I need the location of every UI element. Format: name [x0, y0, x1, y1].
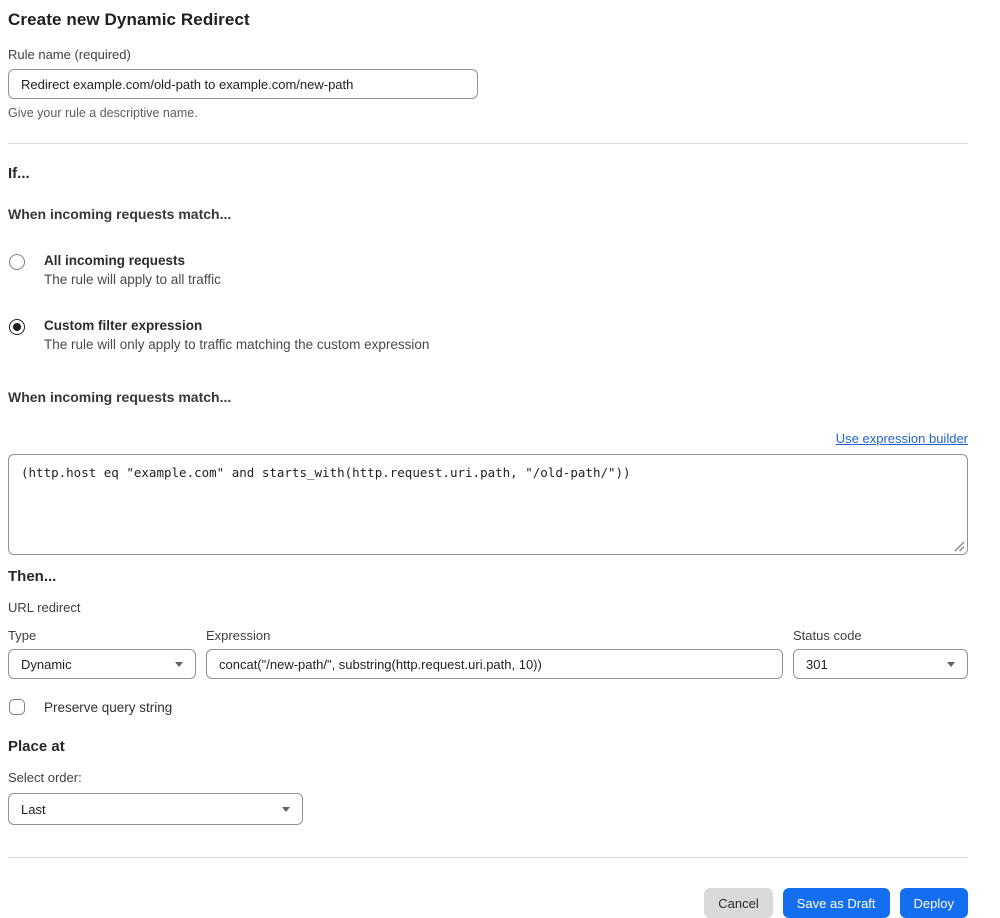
rule-name-label: Rule name (required): [8, 47, 131, 62]
radio-button[interactable]: [9, 254, 25, 270]
cancel-button[interactable]: Cancel: [704, 888, 773, 918]
radio-label[interactable]: Custom filter expression: [44, 318, 429, 333]
type-select[interactable]: Dynamic: [8, 649, 196, 679]
rule-name-help: Give your rule a descriptive name.: [8, 106, 198, 120]
use-expression-builder-link[interactable]: Use expression builder: [836, 431, 968, 446]
radio-description: The rule will apply to all traffic: [44, 272, 221, 287]
select-order-label: Select order:: [8, 770, 82, 785]
rule-name-input[interactable]: [8, 69, 478, 99]
radio-option-custom-filter[interactable]: Custom filter expression The rule will o…: [8, 318, 968, 352]
filter-expression-textarea[interactable]: (http.host eq "example.com" and starts_w…: [8, 454, 968, 555]
radio-label[interactable]: All incoming requests: [44, 253, 221, 268]
divider: [8, 857, 968, 858]
expression-match-heading: When incoming requests match...: [8, 389, 232, 405]
order-select[interactable]: Last: [8, 793, 303, 825]
resize-handle-icon[interactable]: [953, 540, 965, 552]
type-select-value: Dynamic: [21, 656, 72, 672]
save-as-draft-button[interactable]: Save as Draft: [782, 888, 890, 918]
place-at-heading: Place at: [8, 738, 65, 755]
radio-description: The rule will only apply to traffic matc…: [44, 337, 430, 352]
incoming-requests-match-heading: When incoming requests match...: [8, 206, 232, 222]
radio-button[interactable]: [9, 319, 25, 335]
chevron-down-icon: [175, 661, 183, 667]
chevron-down-icon: [947, 661, 955, 667]
preserve-query-string-checkbox[interactable]: [9, 699, 25, 715]
then-section-heading: Then...: [8, 568, 57, 585]
expression-label: Expression: [206, 628, 271, 643]
create-redirect-form: Create new Dynamic Redirect Rule name (r…: [0, 0, 1000, 918]
status-code-select[interactable]: 301: [793, 649, 968, 679]
type-label: Type: [8, 628, 37, 643]
radio-option-all-incoming[interactable]: All incoming requests The rule will appl…: [8, 253, 968, 287]
status-code-value: 301: [806, 656, 828, 672]
preserve-query-string-row[interactable]: Preserve query string: [8, 699, 968, 715]
divider: [8, 143, 968, 144]
if-section-heading: If...: [8, 165, 30, 182]
status-code-label: Status code: [793, 628, 862, 643]
deploy-button[interactable]: Deploy: [899, 888, 968, 918]
order-select-value: Last: [21, 801, 46, 817]
preserve-query-string-label[interactable]: Preserve query string: [44, 700, 172, 715]
redirect-expression-input[interactable]: [206, 649, 783, 679]
chevron-down-icon: [282, 806, 290, 812]
url-redirect-label: URL redirect: [8, 600, 81, 615]
page-title: Create new Dynamic Redirect: [8, 10, 250, 29]
